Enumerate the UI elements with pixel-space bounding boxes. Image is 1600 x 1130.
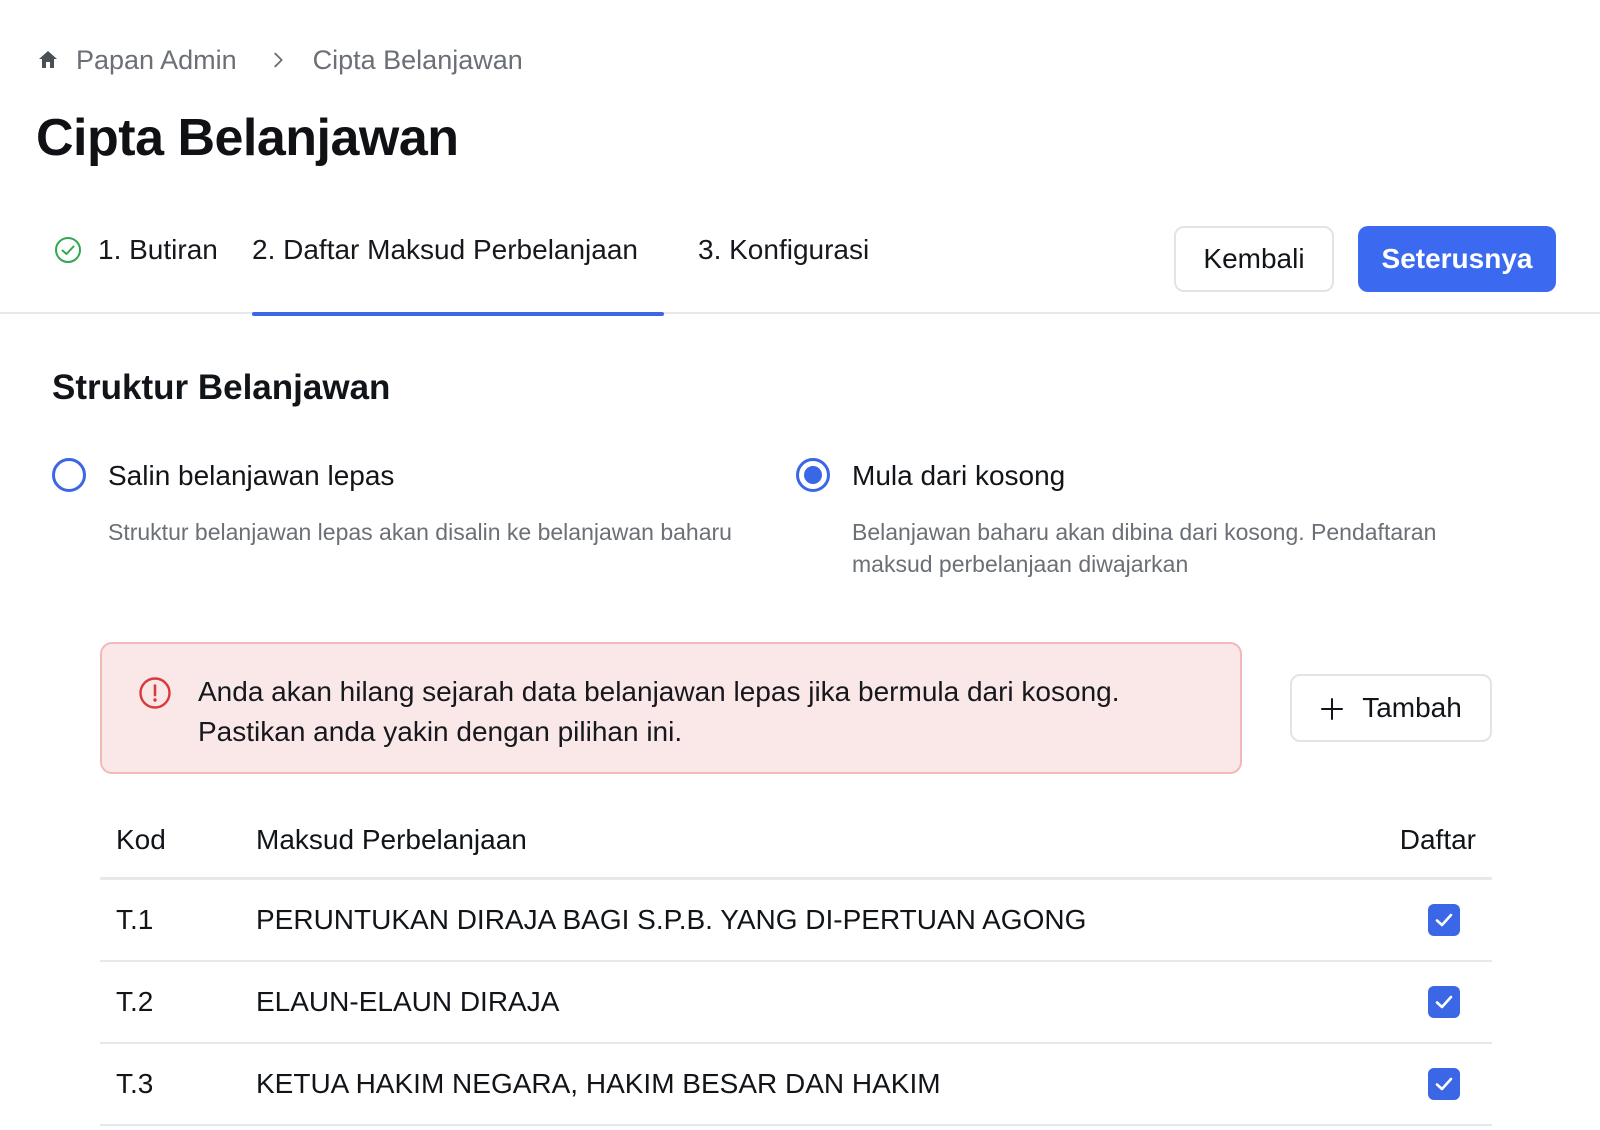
list-checkbox[interactable] [1428, 1068, 1460, 1100]
option-label: Mula dari kosong [852, 460, 1066, 491]
checkmark-icon [1435, 995, 1453, 1009]
cell-purpose: KETUA HAKIM NEGARA, HAKIM BESAR DAN HAKI… [256, 1068, 941, 1099]
add-button-label: Tambah [1362, 692, 1462, 723]
next-button[interactable]: Seterusnya [1358, 226, 1556, 292]
alert-message: Anda akan hilang sejarah data belanjawan… [198, 676, 1120, 747]
alert-circle-icon [138, 676, 172, 710]
column-header-code: Kod [116, 824, 166, 855]
column-header-list: Daftar [1399, 824, 1476, 855]
breadcrumb-home-link[interactable]: Papan Admin [76, 45, 237, 76]
page-title: Cipta Belanjawan [36, 109, 459, 167]
warning-alert: Anda akan hilang sejarah data belanjawan… [100, 642, 1242, 774]
back-button[interactable]: Kembali [1174, 226, 1334, 292]
list-checkbox[interactable] [1428, 904, 1460, 936]
table-row: T.2 ELAUN-ELAUN DIRAJA [100, 962, 1492, 1044]
check-circle-icon [54, 236, 82, 264]
cell-code: T.1 [116, 904, 154, 935]
tab-label: 1. Butiran [98, 234, 218, 265]
checkmark-icon [1435, 913, 1453, 927]
breadcrumb: Papan Admin Cipta Belanjawan [36, 42, 523, 78]
section-title: Struktur Belanjawan [52, 368, 391, 407]
plus-icon [1320, 696, 1344, 720]
cell-purpose: ELAUN-ELAUN DIRAJA [256, 986, 560, 1017]
table-header: Kod Maksud Perbelanjaan Daftar [100, 800, 1492, 880]
add-button[interactable]: Tambah [1290, 674, 1492, 742]
cell-purpose: PERUNTUKAN DIRAJA BAGI S.P.B. YANG DI-PE… [256, 904, 1087, 935]
cell-code: T.3 [116, 1068, 154, 1099]
option-label: Salin belanjawan lepas [108, 460, 395, 491]
tab-label: 3. Konfigurasi [698, 234, 870, 265]
column-header-purpose: Maksud Perbelanjaan [256, 824, 527, 855]
option-description: Struktur belanjawan lepas akan disalin k… [108, 519, 732, 545]
home-icon[interactable] [36, 48, 60, 72]
cell-code: T.2 [116, 986, 154, 1017]
radio-button[interactable] [796, 458, 830, 492]
tab-configuration[interactable]: 3. Konfigurasi [698, 234, 869, 314]
table-row: T.1 PERUNTUKAN DIRAJA BAGI S.P.B. YANG D… [100, 880, 1492, 962]
checkmark-icon [1435, 1077, 1453, 1091]
tab-details[interactable]: 1. Butiran [54, 234, 218, 314]
breadcrumb-current: Cipta Belanjawan [312, 44, 523, 75]
tab-register-purpose[interactable]: 2. Daftar Maksud Perbelanjaan [252, 234, 664, 316]
table-row: T.3 KETUA HAKIM NEGARA, HAKIM BESAR DAN … [100, 1044, 1492, 1126]
chevron-right-icon [267, 49, 289, 71]
list-checkbox[interactable] [1428, 986, 1460, 1018]
purpose-table: Kod Maksud Perbelanjaan Daftar T.1 PERUN… [100, 800, 1492, 1126]
tab-label: 2. Daftar Maksud Perbelanjaan [252, 234, 638, 265]
option-description: Belanjawan baharu akan dibina dari koson… [852, 519, 1437, 577]
radio-button[interactable] [52, 458, 86, 492]
